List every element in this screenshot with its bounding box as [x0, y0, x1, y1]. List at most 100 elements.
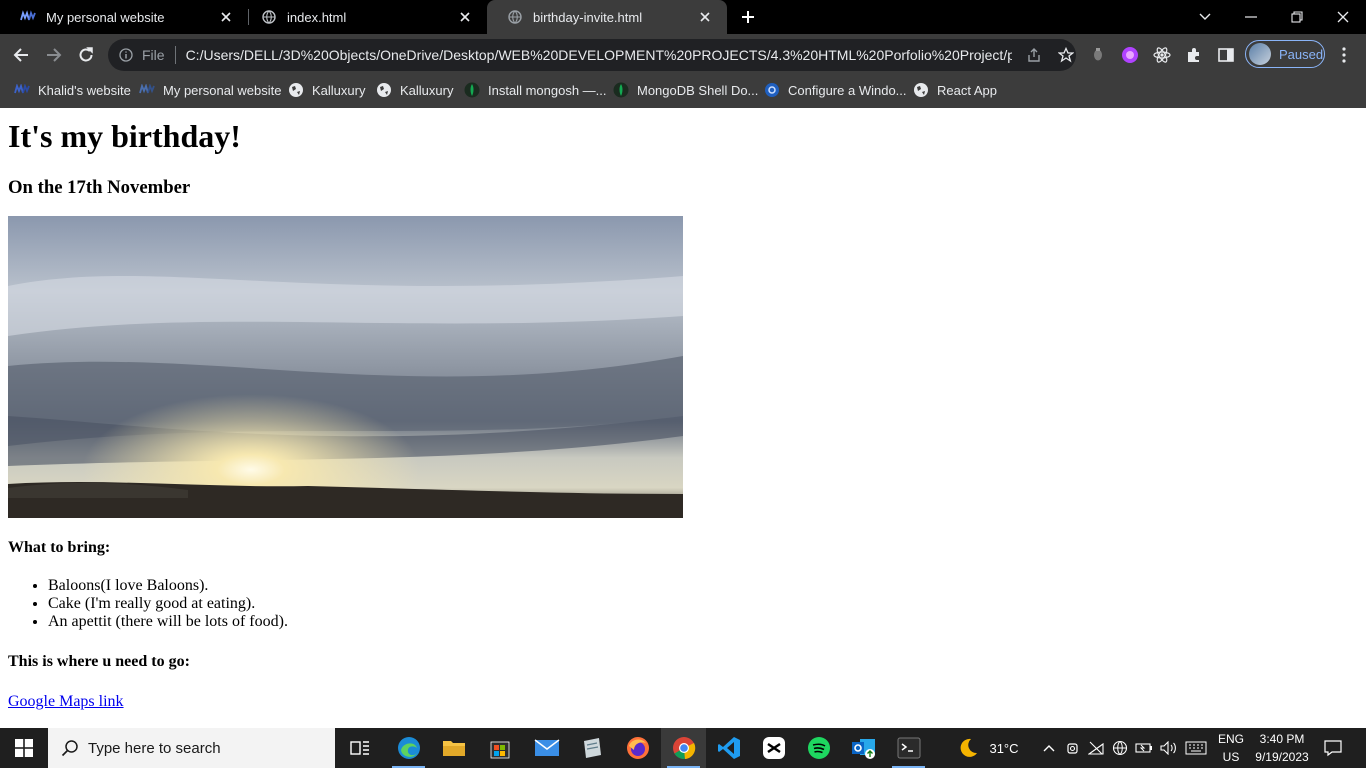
file-explorer-icon[interactable] [431, 728, 476, 768]
volume-icon[interactable] [1157, 728, 1181, 768]
tab-index[interactable]: index.html [241, 0, 487, 34]
tab-search-chevron-icon[interactable] [1182, 0, 1228, 34]
extension-lightbulb-icon[interactable] [1088, 45, 1108, 65]
tab-title: birthday-invite.html [533, 9, 643, 25]
site-info-icon[interactable] [118, 47, 134, 63]
firefox-icon[interactable] [615, 728, 660, 768]
bookmark-label: Khalid's website [38, 82, 131, 98]
globe-icon [507, 9, 523, 25]
bookmark-label: MongoDB Shell Do... [637, 82, 759, 98]
bookmark-item[interactable]: Kalluxury [288, 76, 365, 104]
search-icon [60, 738, 80, 758]
tab-birthday-invite[interactable]: birthday-invite.html [487, 0, 727, 34]
bookmark-label: My personal website [163, 82, 282, 98]
tab-strip: My personal website index.html birthday-… [0, 0, 1366, 34]
battery-icon[interactable] [1133, 728, 1155, 768]
window-close-icon[interactable] [1320, 0, 1366, 34]
terminal-icon[interactable] [886, 728, 931, 768]
profile-status-label: Paused [1279, 46, 1324, 62]
google-maps-link[interactable]: Google Maps link [8, 693, 124, 711]
bookmarks-bar: Khalid's website My personal website Kal… [0, 76, 1366, 108]
bookmark-item[interactable]: React App [913, 76, 997, 104]
weather-temperature[interactable]: 31°C [984, 728, 1024, 768]
outlook-icon[interactable] [841, 728, 886, 768]
bring-list: Baloons(I love Baloons). Cake (I'm reall… [8, 577, 288, 631]
bookmark-item[interactable]: Kalluxury [376, 76, 453, 104]
url-scheme-label: File [142, 47, 165, 63]
bookmark-label: Kalluxury [312, 82, 366, 98]
capcut-icon[interactable] [751, 728, 796, 768]
bookmark-label: Install mongosh —... [488, 82, 607, 98]
react-devtools-icon[interactable] [1152, 45, 1172, 65]
side-panel-icon[interactable] [1216, 45, 1236, 65]
clock-time: 3:40 PM [1259, 732, 1305, 746]
mongodb-leaf-icon [613, 82, 629, 98]
task-view-icon[interactable] [337, 728, 382, 768]
address-bar[interactable]: File C:/Users/DELL/3D%20Objects/OneDrive… [108, 39, 1076, 71]
input-language[interactable]: ENG US [1213, 730, 1249, 766]
clock-date: 9/19/2023 [1255, 750, 1309, 764]
bookmark-item[interactable]: MongoDB Shell Do... [613, 76, 758, 104]
tab-favicon-icon [20, 9, 36, 25]
settings-globe-icon [764, 82, 780, 98]
bookmark-item[interactable]: Configure a Windo... [764, 76, 907, 104]
close-icon[interactable] [697, 9, 713, 25]
share-icon[interactable] [1024, 45, 1044, 65]
bookmark-star-icon[interactable] [1056, 45, 1076, 65]
date-heading: On the 17th November [8, 177, 191, 198]
notifications-icon[interactable] [1316, 728, 1350, 768]
system-clock[interactable]: 3:40 PM 9/19/2023 [1248, 730, 1316, 766]
spotify-icon[interactable] [796, 728, 841, 768]
avatar [1249, 43, 1271, 65]
reload-icon[interactable] [73, 42, 99, 68]
meet-now-icon[interactable] [1062, 728, 1084, 768]
language-code: ENG [1217, 732, 1244, 746]
restore-icon[interactable] [1274, 0, 1320, 34]
vscode-icon[interactable] [706, 728, 751, 768]
more-menu-icon[interactable] [1334, 45, 1354, 65]
bring-heading: What to bring: [8, 539, 111, 556]
minimize-icon[interactable] [1228, 0, 1274, 34]
globe-icon [376, 82, 392, 98]
keyboard-icon[interactable] [1183, 728, 1209, 768]
list-item: An apettit (there will be lots of food). [48, 613, 288, 631]
network-off-icon[interactable] [1085, 728, 1107, 768]
notes-app-icon[interactable] [569, 728, 614, 768]
search-placeholder: Type here to search [88, 739, 221, 757]
taskbar: Type here to search 31°C ENG US 3:40 PM … [0, 728, 1366, 768]
extensions-puzzle-icon[interactable] [1184, 45, 1204, 65]
bookmark-item[interactable]: Install mongosh —... [464, 76, 607, 104]
bookmark-label: React App [937, 82, 997, 98]
mongodb-leaf-icon [464, 82, 480, 98]
omnibox-divider [174, 46, 176, 64]
edge-browser-icon[interactable] [386, 728, 431, 768]
globe-icon [288, 82, 304, 98]
globe-icon [261, 9, 277, 25]
url-text[interactable]: C:/Users/DELL/3D%20Objects/OneDrive/Desk… [186, 47, 1012, 63]
profile-button[interactable]: Paused [1245, 40, 1325, 68]
taskbar-search-box[interactable]: Type here to search [48, 728, 335, 768]
extension-color-picker-icon[interactable] [1120, 45, 1140, 65]
microsoft-store-icon[interactable] [477, 728, 522, 768]
site-icon [139, 82, 155, 98]
close-icon[interactable] [218, 9, 234, 25]
region-code: US [1222, 750, 1240, 764]
sunset-sky-photo [8, 216, 683, 518]
site-icon [14, 82, 30, 98]
new-tab-button[interactable] [737, 6, 759, 28]
mail-icon[interactable] [524, 728, 569, 768]
globe-network-icon[interactable] [1109, 728, 1131, 768]
bookmark-item[interactable]: Khalid's website [14, 76, 131, 104]
list-item: Cake (I'm really good at eating). [48, 595, 288, 613]
browser-toolbar: File C:/Users/DELL/3D%20Objects/OneDrive… [0, 34, 1366, 76]
tab-my-personal-website[interactable]: My personal website [0, 0, 248, 34]
list-item: Baloons(I love Baloons). [48, 577, 288, 595]
where-heading: This is where u need to go: [8, 653, 190, 670]
back-arrow-icon[interactable] [8, 42, 34, 68]
show-hidden-icons-chevron-icon[interactable] [1038, 728, 1060, 768]
close-icon[interactable] [457, 9, 473, 25]
chrome-icon[interactable] [661, 728, 706, 768]
forward-arrow-icon[interactable] [41, 42, 67, 68]
bookmark-item[interactable]: My personal website [139, 76, 282, 104]
windows-start-icon[interactable] [0, 728, 48, 768]
